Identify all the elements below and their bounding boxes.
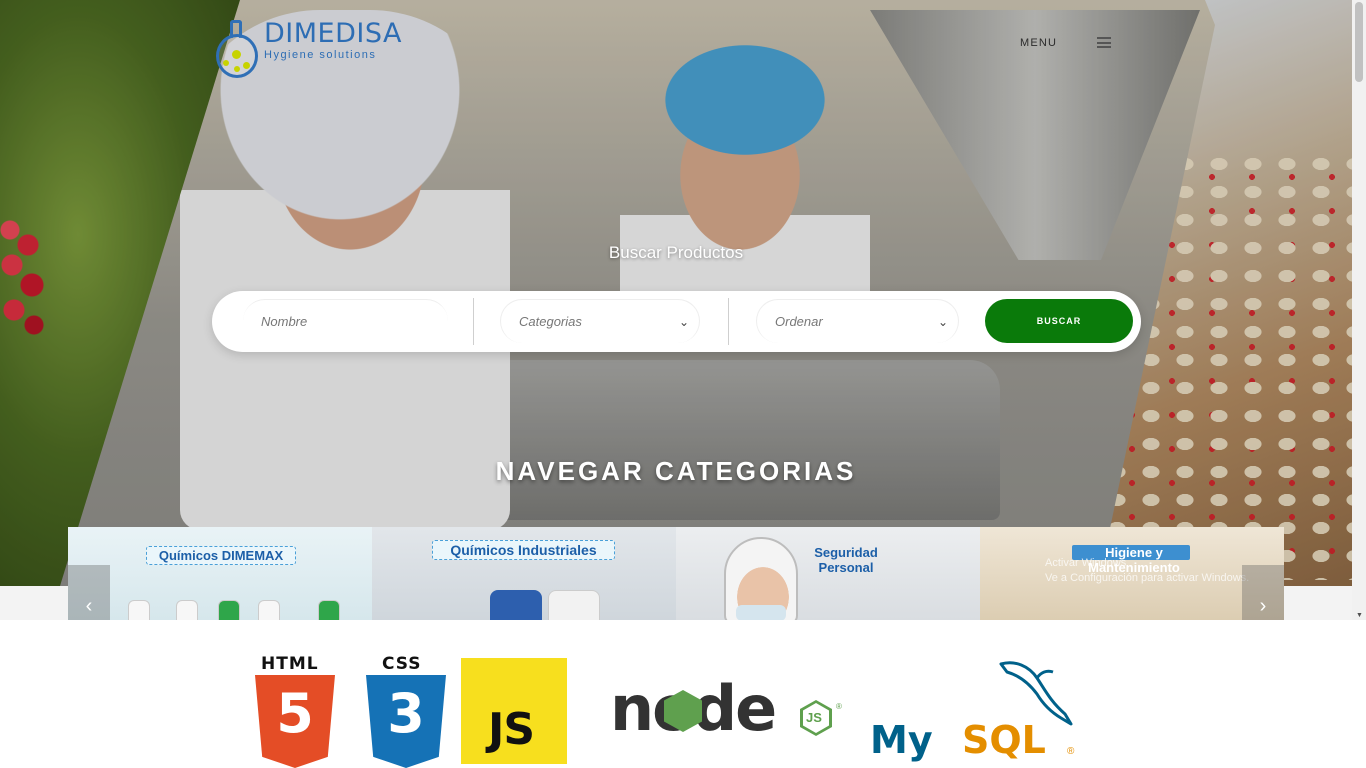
flask-logo-icon <box>214 20 260 80</box>
category-card-dimemax[interactable]: Químicos DIMEMAX <box>68 527 372 620</box>
chevron-left-icon: ‹ <box>85 595 93 617</box>
html-word: HTML <box>261 654 319 674</box>
category-card-seguridad[interactable]: Seguridad Personal <box>676 527 980 620</box>
category-label: Químicos DIMEMAX <box>146 546 296 565</box>
nodejs-registered-mark: ® <box>836 702 842 711</box>
tech-logos-section: HTML 5 CSS 3 JS node JS ® My SQL ® <box>0 620 1366 768</box>
logo-tagline: Hygiene solutions <box>264 49 377 61</box>
search-divider <box>728 298 729 345</box>
chevron-down-icon: ⌄ <box>937 314 948 329</box>
javascript-logo-text: JS <box>488 704 535 755</box>
page-scrollbar[interactable]: ▼ <box>1352 0 1366 620</box>
category-select[interactable]: Categorias ⌄ <box>500 299 700 343</box>
nodejs-badge-text: JS <box>806 710 822 725</box>
name-input[interactable]: Nombre <box>243 299 448 343</box>
scroll-down-arrow-icon[interactable]: ▼ <box>1356 612 1363 619</box>
order-select-value: Ordenar <box>775 314 823 329</box>
search-title: Buscar Productos <box>608 243 744 262</box>
category-label: Químicos Industriales <box>432 540 615 560</box>
logo-name: DIMEDISA <box>264 18 402 49</box>
hamburger-icon[interactable] <box>1097 37 1111 48</box>
mysql-registered-mark: ® <box>1067 746 1075 757</box>
html5-number: 5 <box>276 682 314 745</box>
category-label-line: Personal <box>818 560 874 575</box>
carousel-prev-button[interactable]: ‹ <box>68 565 110 620</box>
windows-overlay-line: Activar Windows <box>1045 557 1127 569</box>
css3-number: 3 <box>387 682 425 745</box>
windows-activation-overlay: Activar Windows Ve a Configuración para … <box>1045 556 1249 586</box>
mysql-my-text: My <box>870 718 933 762</box>
menu-label[interactable]: MENU <box>1020 37 1057 49</box>
categories-heading: NAVEGAR CATEGORIAS <box>495 456 857 486</box>
category-card-industriales[interactable]: Químicos Industriales <box>372 527 676 620</box>
chevron-down-icon: ⌄ <box>678 314 689 329</box>
category-label-line: Seguridad <box>814 545 878 560</box>
search-button[interactable]: BUSCAR <box>985 299 1133 343</box>
css-word: CSS <box>382 654 422 674</box>
carousel-next-button[interactable]: › <box>1242 565 1284 620</box>
search-divider <box>473 298 474 345</box>
scrollbar-thumb[interactable] <box>1355 2 1363 82</box>
search-bar: Nombre Categorias ⌄ Ordenar ⌄ BUSCAR <box>212 291 1141 352</box>
chevron-right-icon: › <box>1259 595 1267 617</box>
windows-overlay-line: Ve a Configuración para activar Windows. <box>1045 572 1250 584</box>
order-select[interactable]: Ordenar ⌄ <box>756 299 959 343</box>
hero-section: DIMEDISA Hygiene solutions MENU Buscar P… <box>0 0 1352 620</box>
category-select-value: Categorias <box>519 314 582 329</box>
mysql-sql-text: SQL <box>962 718 1046 762</box>
site-logo[interactable]: DIMEDISA Hygiene solutions <box>214 20 402 80</box>
category-label: Seguridad Personal <box>804 545 888 575</box>
